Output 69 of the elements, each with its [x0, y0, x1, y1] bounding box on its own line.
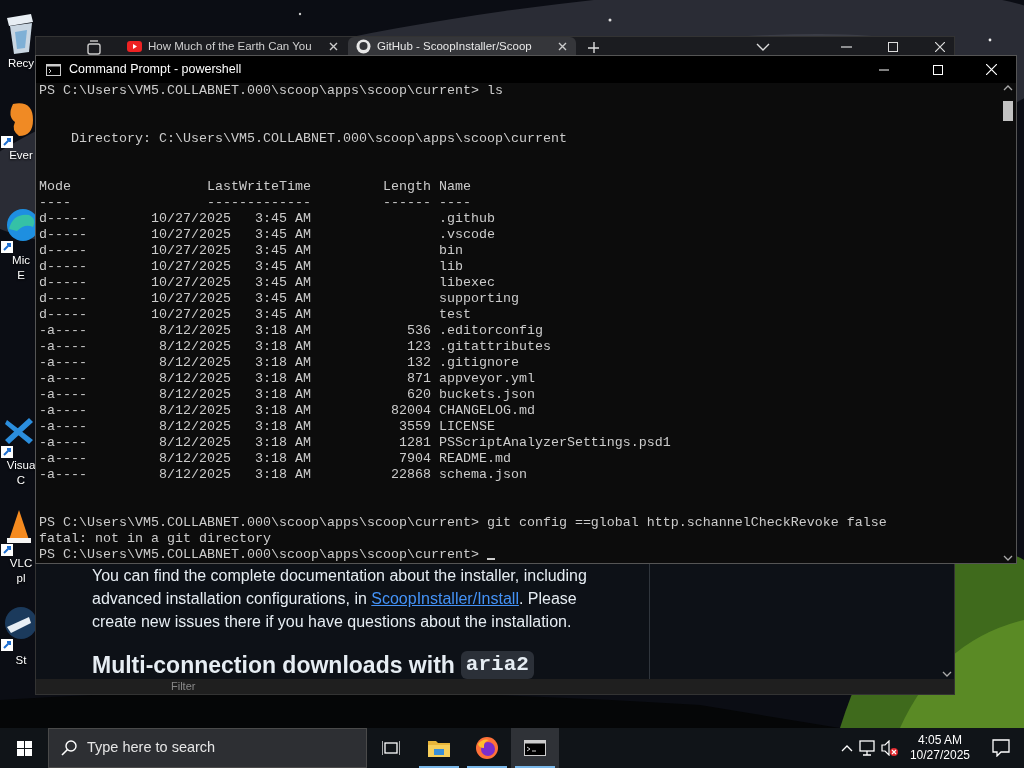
- icon-label: Mic E: [12, 253, 30, 283]
- icon-label: Visua C: [6, 458, 36, 488]
- output-line: Mode LastWriteTime Length Name: [39, 179, 472, 195]
- output-line: -a---- 8/12/2025 3:18 AM 3559 LICENSE: [39, 419, 496, 435]
- browser-tab[interactable]: How Much of the Earth Can You: [119, 37, 347, 56]
- scrollbar-thumb[interactable]: [1002, 101, 1013, 121]
- output-line: d----- 10/27/2025 3:45 AM supporting: [39, 291, 520, 307]
- output-line: -a---- 8/12/2025 3:18 AM 22868 schema.json: [39, 467, 528, 483]
- output-line: -a---- 8/12/2025 3:18 AM 7904 README.md: [39, 451, 512, 467]
- output-line: -a---- 8/12/2025 3:18 AM 871 appveyor.yml: [39, 371, 536, 387]
- search-box[interactable]: Type here to search: [48, 728, 367, 768]
- network-icon[interactable]: [858, 740, 875, 756]
- video-icon: [127, 39, 142, 54]
- output-line: Directory: C:\Users\VM5.COLLABNET.000\scoop\apps\scoop\current: [70, 131, 568, 147]
- search-field[interactable]: Type here to search: [87, 729, 366, 767]
- clock-date[interactable]: 10/27/2025: [909, 748, 970, 763]
- close-icon[interactable]: [935, 41, 945, 52]
- command-line: PS C:\Users\VM5.COLLABNET.000\scoop\apps\scoop\current>: [39, 547, 480, 562]
- chevron-up-icon[interactable]: [840, 744, 853, 752]
- output-line: fatal: not in a git directory: [39, 531, 272, 547]
- search-icon: [61, 740, 77, 756]
- command-line: PS C:\Users\VM5.COLLABNET.000\scoop\apps\scoop\current> git config ==global http.schannelCheckRevoke false: [39, 515, 887, 530]
- taskbar-app-button[interactable]: [511, 728, 559, 768]
- paragraph: You can find the complete documentation about the installer, including advanced installation configurations, in ScoopInstaller/Install. Please create new issues there if you have questions about the installation.: [92, 566, 588, 632]
- output-line: -a---- 8/12/2025 3:18 AM 123 .gitattributes: [39, 339, 552, 355]
- output-line: ---- ------------- ------ ----: [39, 195, 472, 211]
- close-icon[interactable]: [557, 41, 568, 52]
- command-line: PS C:\Users\VM5.COLLABNET.000\scoop\apps\scoop\current> ls: [39, 83, 503, 98]
- output-line: d----- 10/27/2025 3:45 AM bin: [39, 243, 464, 259]
- window-title: Command Prompt - powershell: [69, 61, 242, 79]
- output-line: d----- 10/27/2025 3:45 AM .github: [39, 211, 496, 227]
- task-view-icon: [382, 740, 400, 756]
- terminal-icon: [46, 62, 61, 77]
- app-shortcut-icon[interactable]: [0, 100, 35, 148]
- new-tab-icon[interactable]: [587, 40, 599, 53]
- icon-label: Ever: [9, 148, 33, 163]
- chevron-icon[interactable]: [756, 42, 770, 51]
- terminal-icon: [524, 740, 546, 756]
- github-icon: [356, 39, 371, 54]
- clock-time[interactable]: 4:05 AM: [909, 733, 970, 748]
- icon-label: VLC pl: [9, 556, 33, 586]
- app-shortcut-icon[interactable]: [0, 605, 35, 653]
- tab-title: GitHub - ScoopInstaller/Scoop: [377, 38, 532, 54]
- output-line: -a---- 8/12/2025 3:18 AM 536 .editorconfig: [39, 323, 544, 339]
- icon-label: Recy: [7, 56, 35, 71]
- windows-icon: [16, 740, 32, 756]
- link[interactable]: ScoopInstaller/Install: [371, 590, 519, 607]
- close-icon[interactable]: [328, 41, 339, 52]
- volume-muted-icon[interactable]: [880, 740, 898, 756]
- scroll-down-icon[interactable]: [941, 671, 952, 677]
- notification-icon[interactable]: [992, 739, 1010, 757]
- icon-label: St: [15, 653, 27, 668]
- tab-title: How Much of the Earth Can You: [148, 38, 312, 54]
- output-line: d----- 10/27/2025 3:45 AM lib: [39, 259, 464, 275]
- output-line: -a---- 8/12/2025 3:18 AM 620 buckets.json: [39, 387, 536, 403]
- heading: Multi-connection downloads with: [92, 651, 455, 679]
- firefox-icon: [475, 736, 499, 760]
- output-line: -a---- 8/12/2025 3:18 AM 1281 PSScriptAnalyzerSettings.psd1: [39, 435, 672, 451]
- output-line: d----- 10/27/2025 3:45 AM test: [39, 307, 472, 323]
- scroll-down-icon[interactable]: [1002, 555, 1013, 561]
- scroll-up-icon[interactable]: [1002, 85, 1013, 91]
- filter-field[interactable]: Filter: [171, 679, 291, 694]
- output-line: -a---- 8/12/2025 3:18 AM 132 .gitignore: [39, 355, 520, 371]
- maximize-icon[interactable]: [888, 41, 898, 52]
- output-line: -a---- 8/12/2025 3:18 AM 82004 CHANGELOG.md: [39, 403, 536, 419]
- code-snippet: aria2: [460, 651, 534, 679]
- output-line: d----- 10/27/2025 3:45 AM libexec: [39, 275, 496, 291]
- output-line: d----- 10/27/2025 3:45 AM .vscode: [39, 227, 496, 243]
- tab-actions-icon[interactable]: [86, 38, 102, 55]
